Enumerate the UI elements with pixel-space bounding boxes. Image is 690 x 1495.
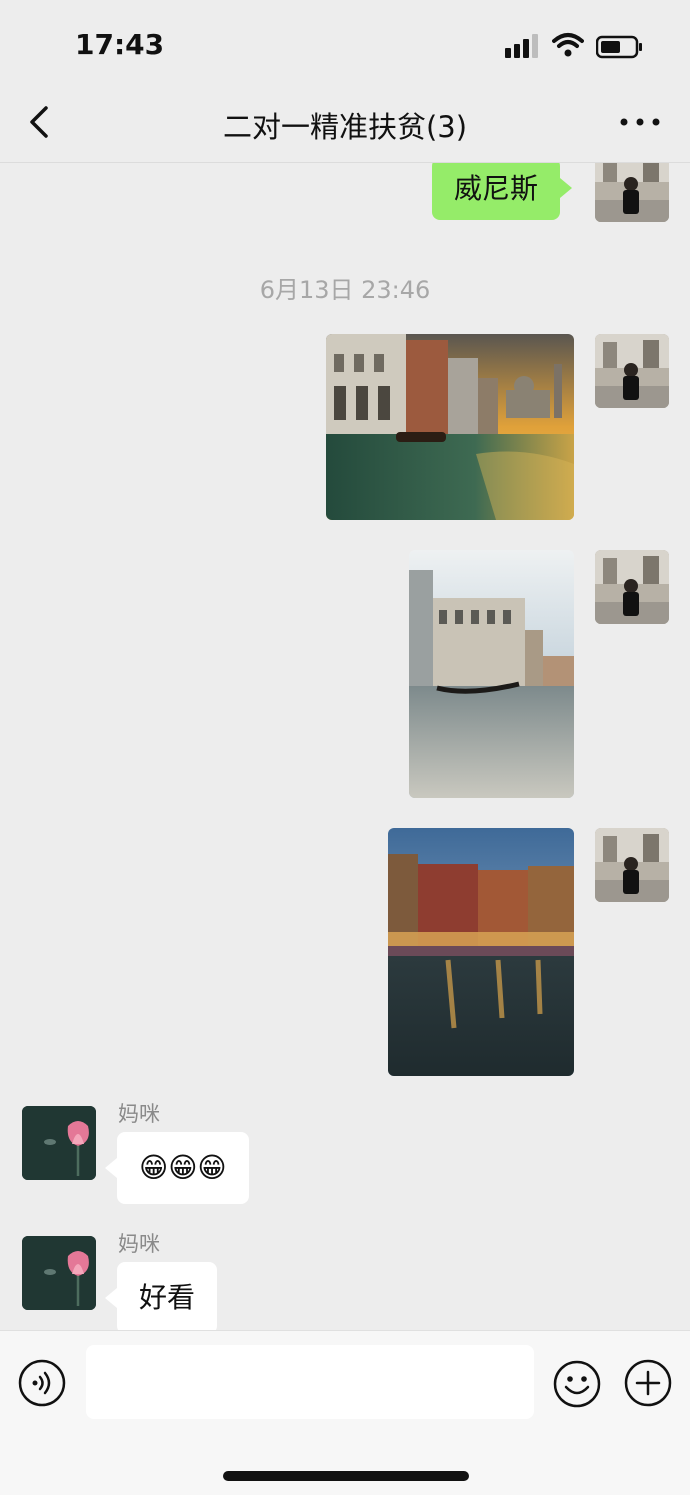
avatar[interactable] bbox=[22, 1106, 96, 1180]
image-message[interactable] bbox=[326, 334, 574, 520]
text-bubble[interactable]: 好看 bbox=[104, 1262, 218, 1330]
venice-gondola-image bbox=[409, 550, 574, 798]
message-text: 😁😁😁 bbox=[139, 1151, 227, 1184]
input-bar bbox=[0, 1330, 690, 1495]
avatar-image bbox=[595, 162, 669, 222]
message-timestamp: 6月13日 23:46 bbox=[259, 276, 431, 304]
more-dots-icon[interactable] bbox=[618, 110, 662, 134]
battery-icon bbox=[596, 35, 642, 59]
status-bar: 17:43 bbox=[0, 0, 690, 90]
message-text: 好看 bbox=[139, 1281, 196, 1314]
avatar[interactable] bbox=[595, 162, 669, 222]
self-text-bubble[interactable]: 威尼斯 bbox=[432, 162, 573, 220]
status-time: 17:43 bbox=[75, 28, 165, 61]
message-list[interactable]: 威尼斯 6月13日 23:46 妈咪 😁😁😁 妈咪 好看 bbox=[0, 162, 690, 1330]
avatar-image bbox=[595, 550, 669, 624]
plus-icon[interactable] bbox=[624, 1359, 672, 1407]
emoji-bubble[interactable]: 😁😁😁 bbox=[105, 1132, 249, 1204]
lotus-avatar-image bbox=[22, 1236, 96, 1310]
avatar[interactable] bbox=[22, 1236, 96, 1310]
avatar[interactable] bbox=[595, 334, 669, 408]
chat-header: 二对一精准扶贫(3) bbox=[0, 90, 690, 163]
wifi-icon bbox=[552, 33, 584, 57]
cellular-signal-icon bbox=[505, 34, 538, 58]
venice-dusk-image bbox=[388, 828, 574, 1076]
sender-name: 妈咪 bbox=[118, 1102, 160, 1126]
lotus-avatar-image bbox=[22, 1106, 96, 1180]
avatar-image bbox=[595, 334, 669, 408]
avatar[interactable] bbox=[595, 550, 669, 624]
image-message[interactable] bbox=[388, 828, 574, 1076]
avatar[interactable] bbox=[595, 828, 669, 902]
message-input[interactable] bbox=[86, 1345, 534, 1419]
avatar-image bbox=[595, 828, 669, 902]
message-text: 威尼斯 bbox=[454, 172, 539, 205]
sender-name: 妈咪 bbox=[118, 1232, 160, 1256]
home-indicator[interactable] bbox=[223, 1471, 469, 1481]
voice-icon[interactable] bbox=[18, 1359, 66, 1407]
venice-sunset-image bbox=[326, 334, 574, 520]
chat-title: 二对一精准扶贫(3) bbox=[222, 110, 468, 144]
image-message[interactable] bbox=[409, 550, 574, 798]
smiley-icon[interactable] bbox=[552, 1359, 602, 1409]
